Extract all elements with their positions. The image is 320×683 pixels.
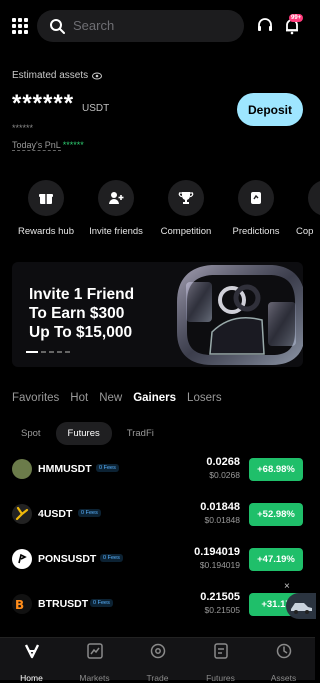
subtab-tradfi[interactable]: TradFi <box>118 423 163 444</box>
table-row[interactable]: B BTRUSDT 0 Fees 0.21505 $0.21505 +31.17 <box>0 590 315 620</box>
shortcut-label: Invite friends <box>89 226 143 237</box>
trade-icon <box>150 643 165 659</box>
row-usd-price: $0.0268 <box>209 470 240 480</box>
row-price: 0.21505 <box>200 591 240 603</box>
row-price: 0.194019 <box>194 546 240 558</box>
market-tabs: Favorites Hot New Gainers Losers <box>12 392 233 404</box>
search-icon <box>50 19 65 34</box>
row-change[interactable]: +52.98% <box>249 503 303 526</box>
promo-car-icon <box>291 603 312 614</box>
tab-hot[interactable]: Hot <box>70 392 88 404</box>
fee-badge: 0 Fees <box>78 509 101 517</box>
row-usd-price: $0.21505 <box>204 605 240 615</box>
banner-ring-illustration <box>177 265 303 365</box>
shortcut-copy[interactable]: Cop <box>296 180 320 237</box>
todays-pnl[interactable]: Today's PnL ****** <box>12 140 84 151</box>
home-icon <box>24 644 39 659</box>
nav-trade[interactable]: Trade <box>126 642 189 683</box>
prediction-icon <box>251 192 261 204</box>
pons-coin-icon <box>12 549 32 569</box>
banner-line-2: To Earn $300 <box>29 305 125 322</box>
floating-promo-widget[interactable] <box>286 593 316 619</box>
notification-badge: 99+ <box>289 14 304 22</box>
shortcut-label: Competition <box>160 226 212 237</box>
shortcut-predictions[interactable]: Predictions <box>226 180 286 237</box>
tab-losers[interactable]: Losers <box>187 392 222 404</box>
futures-icon <box>213 643 228 659</box>
markets-icon <box>86 643 103 659</box>
row-usd-price: $0.01848 <box>204 515 240 525</box>
nav-label: Markets <box>79 673 110 683</box>
trophy-icon <box>178 192 194 204</box>
subtab-futures[interactable]: Futures <box>55 422 112 445</box>
btr-coin-icon: B <box>12 594 32 614</box>
menu-grid-icon[interactable] <box>12 18 28 34</box>
estimated-assets: Estimated assets <box>12 70 103 81</box>
shortcut-competition[interactable]: Competition <box>156 180 216 237</box>
row-symbol: PONSUSDT <box>38 553 97 565</box>
assets-sub-value: ****** <box>12 123 34 133</box>
subtab-spot[interactable]: Spot <box>12 423 50 444</box>
gift-icon <box>39 194 53 204</box>
assets-icon <box>276 643 291 659</box>
search-placeholder: Search <box>73 18 115 33</box>
headset-icon[interactable] <box>256 17 274 35</box>
table-row[interactable]: HMMUSDT 0 Fees 0.0268 $0.0268 +68.98% <box>0 455 315 485</box>
market-subtabs: Spot Futures TradFi <box>12 422 163 445</box>
nav-markets[interactable]: Markets <box>63 642 126 683</box>
tab-new[interactable]: New <box>99 392 122 404</box>
4-coin-icon <box>12 504 32 524</box>
eye-icon[interactable] <box>92 72 103 80</box>
carousel-dots <box>26 351 70 353</box>
fee-badge: 0 Fees <box>96 464 119 472</box>
fee-badge: 0 Fees <box>100 554 123 562</box>
hmm-coin-icon <box>12 459 32 479</box>
row-usd-price: $0.194019 <box>199 560 240 570</box>
shortcut-label: Predictions <box>232 226 280 237</box>
row-price: 0.01848 <box>200 501 240 513</box>
bottom-nav: Home Markets Trade Futures Assets <box>0 637 315 683</box>
shortcut-invite-friends[interactable]: Invite friends <box>86 180 146 237</box>
pnl-label: Today's PnL <box>12 140 61 151</box>
nav-home[interactable]: Home <box>0 642 63 683</box>
nav-label: Futures <box>206 673 235 683</box>
assets-label: Estimated assets <box>12 70 89 81</box>
shortcut-label: Cop <box>296 226 314 237</box>
nav-assets[interactable]: Assets <box>252 642 315 683</box>
table-row[interactable]: 4USDT 0 Fees 0.01848 $0.01848 +52.98% <box>0 500 315 530</box>
tab-favorites[interactable]: Favorites <box>12 392 59 404</box>
row-symbol: 4USDT <box>38 508 73 520</box>
table-row[interactable]: PONSUSDT 0 Fees 0.194019 $0.194019 +47.1… <box>0 545 315 575</box>
assets-amount: ****** <box>12 90 75 117</box>
nav-futures[interactable]: Futures <box>189 642 252 683</box>
nav-label: Home <box>20 673 43 683</box>
add-user-icon <box>109 192 124 204</box>
row-change[interactable]: +68.98% <box>249 458 303 481</box>
banner-line-3: Up To $15,000 <box>29 324 133 341</box>
row-change[interactable]: +47.19% <box>249 548 303 571</box>
shortcut-label: Rewards hub <box>18 226 74 237</box>
svg-text:B: B <box>15 598 24 612</box>
row-symbol: HMMUSDT <box>38 463 92 475</box>
top-bar: Search 99+ <box>0 8 315 44</box>
float-close-icon[interactable]: × <box>284 581 290 592</box>
nav-label: Trade <box>146 673 169 683</box>
row-price: 0.0268 <box>206 456 240 468</box>
shortcut-rewards-hub[interactable]: Rewards hub <box>16 180 76 237</box>
invite-banner[interactable]: Invite 1 Friend To Earn $300 Up To $15,0… <box>12 262 303 367</box>
tab-gainers[interactable]: Gainers <box>133 392 176 404</box>
assets-unit: USDT <box>82 103 110 114</box>
nav-label: Assets <box>270 673 297 683</box>
pnl-value: ****** <box>62 140 84 150</box>
search-bar[interactable]: Search <box>37 10 244 42</box>
row-symbol: BTRUSDT <box>38 598 89 610</box>
banner-line-1: Invite 1 Friend <box>29 286 135 303</box>
deposit-button[interactable]: Deposit <box>237 93 303 126</box>
fee-badge: 0 Fees <box>90 599 113 607</box>
